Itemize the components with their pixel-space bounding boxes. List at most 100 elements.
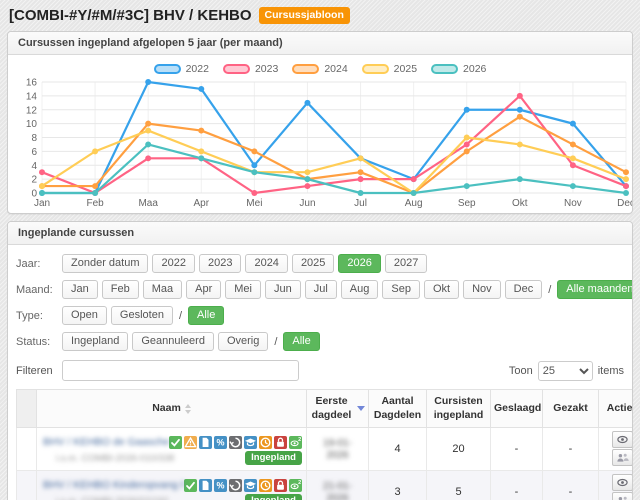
filter-type-alle[interactable]: Alle [188,306,224,325]
page: [COMBI-#Y/#M/#3C] BHV / KEHBO Cursussjab… [0,0,640,500]
sort-desc-icon [357,406,365,411]
warning-icon[interactable] [184,436,197,449]
svg-text:2: 2 [298,437,301,443]
courses-panel-body: Jaar:Zonder datum20222023202420252026202… [8,245,632,500]
filter-maand-sep[interactable]: Sep [382,280,420,299]
legend-item-2025[interactable]: 2025 [362,63,417,75]
col-geslaagd[interactable]: Geslaagd [491,390,543,428]
filter-maand-mei[interactable]: Mei [225,280,261,299]
filter-jaar-2023[interactable]: 2023 [199,254,241,273]
course-code: i.s.m. COMBI-2026-010/338 [43,453,174,464]
filter-maand-feb[interactable]: Feb [102,280,139,299]
filter-maand-nov[interactable]: Nov [463,280,501,299]
chart-panel: Cursussen ingepland afgelopen 5 jaar (pe… [7,31,633,214]
filter-status-ingepland[interactable]: Ingepland [62,332,128,351]
recycle-icon[interactable] [229,479,242,492]
filter-maand-aug[interactable]: Aug [341,280,379,299]
legend-item-2024[interactable]: 2024 [292,63,347,75]
legend-item-2023[interactable]: 2023 [223,63,278,75]
graduation-icon[interactable] [244,479,257,492]
col-aantal-dagdelen[interactable]: Aantal Dagdelen [369,390,427,428]
filter-input[interactable] [62,360,299,381]
percent-icon[interactable]: % [214,479,227,492]
svg-text:Aug: Aug [405,198,423,209]
filter-jaar-2025[interactable]: 2025 [292,254,334,273]
legend-label: 2022 [186,63,209,75]
legend-swatch [292,64,319,74]
col-gezakt[interactable]: Gezakt [543,390,599,428]
svg-text:%: % [216,480,224,490]
filter-maand-apr[interactable]: Apr [186,280,221,299]
template-badge: Cursussjabloon [259,7,350,24]
participants-button[interactable] [612,449,633,466]
filter-maand-jan[interactable]: Jan [62,280,98,299]
graduation-icon[interactable] [244,436,257,449]
legend-label: 2025 [394,63,417,75]
filter-maand-dec[interactable]: Dec [505,280,543,299]
percent-icon[interactable]: % [214,436,227,449]
course-icon-row: %2 [184,479,302,492]
show-label: Toon [509,365,533,377]
clock-icon[interactable] [259,436,272,449]
course-link[interactable]: BHV / KEHBO Kinderopvang Plexat [43,479,184,491]
course-link[interactable]: BHV / KEHBO de Gaasche School [43,436,169,448]
filter-status-alle[interactable]: Alle [283,332,319,351]
courses-panel: Ingeplande cursussen Jaar:Zonder datum20… [7,221,633,500]
filter-jaar-2022[interactable]: 2022 [152,254,194,273]
view-button[interactable] [612,474,633,491]
legend-swatch [362,64,389,74]
course-code: i.s.m. COMBI-2026/02/192 [43,496,168,500]
col-naam[interactable]: Naam [37,390,307,428]
eye2-icon[interactable]: 2 [289,436,302,449]
lock-icon[interactable] [274,479,287,492]
filter-type-open[interactable]: Open [62,306,107,325]
filter-maand-okt[interactable]: Okt [424,280,459,299]
course-icon-row: %2 [169,436,302,449]
legend-swatch [431,64,458,74]
filter-maand-maa[interactable]: Maa [143,280,182,299]
legend-label: 2024 [324,63,347,75]
col-eerste-dagdeel[interactable]: Eerste dagdeel [307,390,369,428]
legend-item-2026[interactable]: 2026 [431,63,486,75]
table-row: BHV / KEHBO de Gaasche School%2i.s.m. CO… [17,428,634,471]
clock-icon[interactable] [259,479,272,492]
filter-jaar-zonder-datum[interactable]: Zonder datum [62,254,148,273]
page-title: [COMBI-#Y/#M/#3C] BHV / KEHBO [9,7,252,24]
aantal-dagdelen-cell: 3 [369,471,427,500]
view-button[interactable] [612,431,633,448]
legend-label: 2023 [255,63,278,75]
filter-maand-alle[interactable]: Alle maanden [557,280,633,299]
geslaagd-cell: - [491,471,543,500]
filter-type-gesloten[interactable]: Gesloten [111,306,173,325]
eye2-icon[interactable]: 2 [289,479,302,492]
check-icon[interactable] [169,436,182,449]
lock-icon[interactable] [274,436,287,449]
filter-maand-jul[interactable]: Jul [305,280,337,299]
svg-text:Apr: Apr [193,198,209,209]
legend-item-2022[interactable]: 2022 [154,63,209,75]
items-label: items [598,365,624,377]
chart-panel-body: 20222023202420252026 0246810121416JanFeb… [8,55,632,213]
col-acties: Acties [599,390,634,428]
col-cursisten-ingepland[interactable]: Cursisten ingepland [427,390,491,428]
filter-jaar-2027[interactable]: 2027 [385,254,427,273]
filter-jaar-2024[interactable]: 2024 [245,254,287,273]
course-name-cell: BHV / KEHBO de Gaasche School%2i.s.m. CO… [37,428,307,471]
check-icon[interactable] [184,479,197,492]
document-icon[interactable] [199,436,212,449]
items-per-page-select[interactable]: 25 [538,361,593,381]
svg-text:6: 6 [31,147,37,158]
filter-status-geannuleerd[interactable]: Geannuleerd [132,332,214,351]
svg-text:Maa: Maa [138,198,158,209]
chart-panel-title: Cursussen ingepland afgelopen 5 jaar (pe… [8,32,632,55]
filter-jaar-2026[interactable]: 2026 [338,254,380,273]
cursisten-ingepland-cell: 20 [427,428,491,471]
filter-maand-jun[interactable]: Jun [265,280,301,299]
filter-separator: / [548,284,551,296]
acties-cell [599,471,634,500]
participants-button[interactable] [612,492,633,500]
document-icon[interactable] [199,479,212,492]
filter-status-overig[interactable]: Overig [218,332,268,351]
recycle-icon[interactable] [229,436,242,449]
svg-text:10: 10 [26,119,38,130]
